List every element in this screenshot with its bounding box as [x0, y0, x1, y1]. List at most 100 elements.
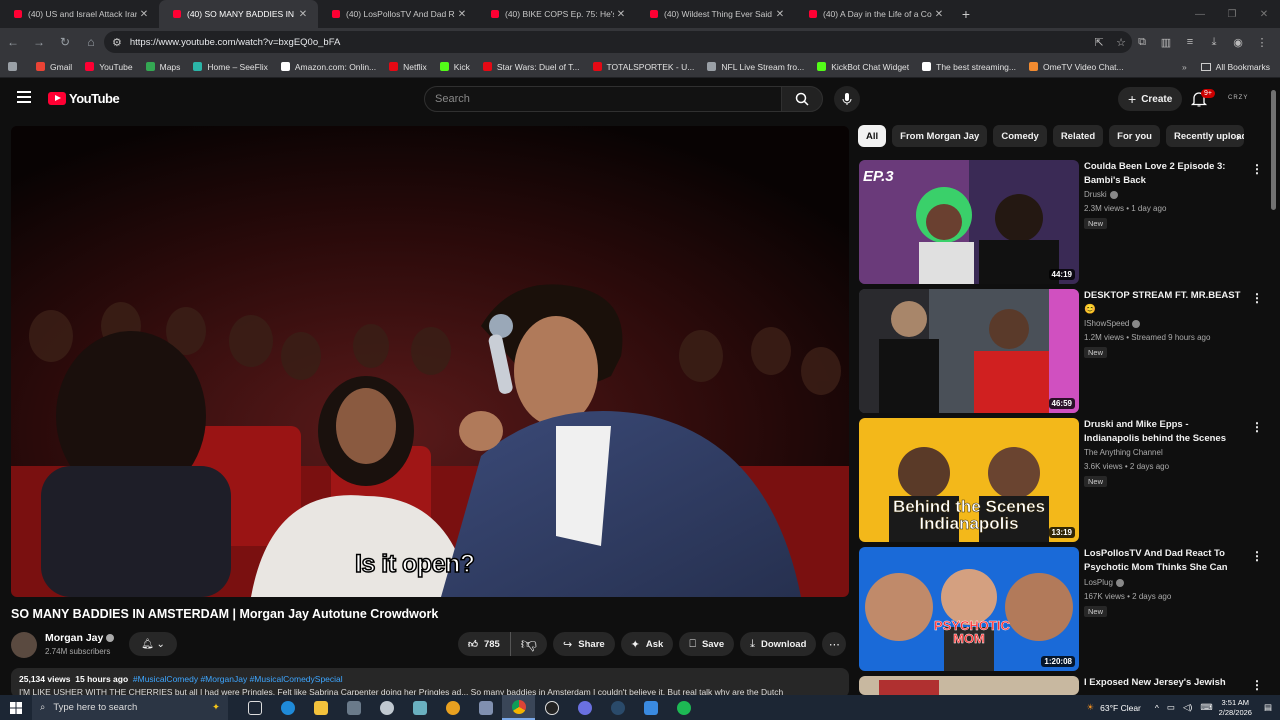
edge-icon[interactable]	[271, 695, 304, 720]
reload-icon[interactable]: ↻	[52, 35, 78, 49]
sidepanel-icon[interactable]: ▥	[1154, 36, 1178, 49]
youtube-logo[interactable]: YouTube	[48, 91, 120, 106]
recommendation-item[interactable]: EP.3 44:19 Coulda Been Love 2 Episode 3:…	[859, 160, 1269, 284]
notepad-icon[interactable]	[403, 695, 436, 720]
browser-tab-active[interactable]: (40) SO MANY BADDIES IN AM✕	[159, 0, 318, 28]
share-button[interactable]: ↪ Share	[553, 632, 615, 656]
channel-name[interactable]: Morgan Jay	[45, 632, 115, 644]
forward-icon[interactable]: →	[26, 35, 52, 49]
filter-chip[interactable]: Related	[1052, 125, 1104, 147]
bookmark-item[interactable]: Amazon.com: Onlin...	[280, 62, 376, 72]
minimize-icon[interactable]: —	[1184, 9, 1216, 20]
bookmark-item[interactable]: Gmail	[36, 62, 72, 72]
obs-icon[interactable]	[535, 695, 568, 720]
close-tab-icon[interactable]: ✕	[455, 9, 469, 20]
recommendation-channel[interactable]: Druski	[1084, 190, 1107, 199]
clock[interactable]: 3:51 AM 2/28/2026	[1219, 698, 1252, 718]
browser-tab[interactable]: (40) BIKE COPS Ep. 75: He's My✕	[477, 0, 636, 28]
channel-avatar[interactable]	[11, 632, 37, 658]
browser-tab[interactable]: (40) Wildest Thing Ever Said at ✕	[636, 0, 795, 28]
bookmark-item[interactable]: The best streaming...	[922, 62, 1016, 72]
bookmark-item[interactable]: TOTALSPORTEK - U...	[592, 62, 694, 72]
volume-icon[interactable]: ◁)	[1183, 702, 1192, 713]
bookmark-star-icon[interactable]: ☆	[1110, 36, 1132, 49]
task-view-icon[interactable]	[238, 695, 271, 720]
more-options-icon[interactable]: ⋮	[1251, 162, 1263, 176]
more-options-icon[interactable]: ⋮	[1251, 549, 1263, 563]
recommendation-channel[interactable]: The Anything Channel	[1084, 448, 1163, 457]
create-button[interactable]: + Create	[1118, 87, 1183, 111]
recommendation-item[interactable]: 46:59 DESKTOP STREAM FT. MR.BEAST 😊 ISho…	[859, 289, 1269, 413]
home-icon[interactable]: ⌂	[78, 35, 104, 49]
spotify-icon[interactable]	[667, 695, 700, 720]
like-button[interactable]: 👍︎ 785	[458, 632, 511, 656]
maximize-icon[interactable]: ❐	[1216, 9, 1248, 20]
close-tab-icon[interactable]: ✕	[773, 9, 787, 20]
start-button[interactable]	[0, 695, 32, 720]
notification-center-icon[interactable]: ▤	[1264, 702, 1272, 713]
recommendation-title[interactable]: Coulda Been Love 2 Episode 3: Bambi's Ba…	[1084, 160, 1244, 187]
close-tab-icon[interactable]: ✕	[932, 9, 946, 20]
video-thumbnail[interactable]	[859, 676, 1079, 695]
photos-icon[interactable]	[634, 695, 667, 720]
page-scrollbar[interactable]	[1271, 90, 1276, 210]
recommendation-title[interactable]: DESKTOP STREAM FT. MR.BEAST 😊	[1084, 289, 1244, 316]
channel-name-text[interactable]: Morgan Jay	[45, 632, 103, 644]
recommendation-title[interactable]: Druski and Mike Epps - Indianapolis behi…	[1084, 418, 1244, 445]
filter-chip[interactable]: Comedy	[993, 125, 1047, 147]
video-thumbnail[interactable]: PSYCHOTIC MOM 1:20:08	[859, 547, 1079, 671]
save-button[interactable]: ⎕ Save	[679, 632, 735, 656]
downloads-icon[interactable]: ⤓	[1202, 36, 1226, 49]
hashtags[interactable]: #MusicalComedy #MorganJay #MusicalComedy…	[133, 674, 343, 684]
search-input[interactable]: Search	[424, 86, 782, 112]
voice-search-button[interactable]	[834, 86, 860, 112]
window-close-icon[interactable]: ✕	[1248, 9, 1280, 20]
browser-menu-icon[interactable]: ⋮	[1250, 36, 1274, 49]
network-icon[interactable]: ▭	[1167, 702, 1175, 713]
dislike-button[interactable]: 👎︎	[511, 632, 547, 656]
weather-text[interactable]: 63°F Clear	[1100, 703, 1141, 713]
calculator-icon[interactable]	[337, 695, 370, 720]
more-actions-button[interactable]: ⋯	[822, 632, 847, 656]
browser-tab[interactable]: (40) LosPollosTV And Dad Reac✕	[318, 0, 477, 28]
filter-chip[interactable]: For you	[1109, 125, 1160, 147]
browser-tab[interactable]: (40) US and Israel Attack Iran - ✕	[0, 0, 159, 28]
bookmark-item[interactable]: Netflix	[389, 62, 427, 72]
recommendation-channel[interactable]: IShowSpeed	[1084, 319, 1129, 328]
app-icon[interactable]	[469, 695, 502, 720]
bookmark-item[interactable]: OmeTV Video Chat...	[1028, 62, 1124, 72]
menu-icon[interactable]	[17, 91, 31, 103]
close-tab-icon[interactable]: ✕	[614, 9, 628, 20]
taskbar-search[interactable]: ⌕ Type here to search ✦	[32, 695, 228, 720]
apps-grid-icon[interactable]	[8, 62, 22, 71]
bookmark-item[interactable]: Home – SeeFlix	[193, 62, 268, 72]
chevron-right-icon[interactable]: ›	[1236, 130, 1240, 144]
tray-chevron-icon[interactable]: ^	[1155, 703, 1159, 713]
filter-chip[interactable]: From Morgan Jay	[892, 125, 988, 147]
address-bar[interactable]: ⚙ https://www.youtube.com/watch?v=bxgEQ0…	[104, 31, 1132, 53]
recommendation-item[interactable]: PSYCHOTIC MOM 1:20:08 LosPollosTV And Da…	[859, 547, 1269, 671]
url-text[interactable]: https://www.youtube.com/watch?v=bxgEQ0o_…	[130, 37, 340, 48]
file-explorer-icon[interactable]	[304, 695, 337, 720]
close-tab-icon[interactable]: ✕	[296, 9, 310, 20]
install-app-icon[interactable]: ⇱	[1088, 36, 1110, 49]
filter-chip[interactable]: Recently uploaded	[1165, 125, 1244, 147]
recommendation-title[interactable]: LosPollosTV And Dad React To Psychotic M…	[1084, 547, 1244, 575]
subscription-bell-button[interactable]: 🔔︎ ⌄	[129, 632, 177, 656]
recommendation-item[interactable]: I Exposed New Jersey's Jewish ⋮	[859, 676, 1269, 695]
chrome-icon[interactable]	[502, 695, 535, 720]
discord-icon[interactable]	[568, 695, 601, 720]
chrome-canary-icon[interactable]	[436, 695, 469, 720]
close-tab-icon[interactable]: ✕	[137, 9, 151, 20]
bookmark-item[interactable]: YouTube	[85, 62, 133, 72]
site-settings-icon[interactable]: ⚙	[112, 36, 122, 49]
chevron-right-icon[interactable]: »	[1182, 62, 1187, 72]
search-button[interactable]	[781, 86, 823, 112]
filter-chip[interactable]: All	[858, 125, 887, 147]
bookmark-item[interactable]: NFL Live Stream fro...	[707, 62, 804, 72]
recommendation-channel[interactable]: LosPlug	[1084, 578, 1113, 587]
ask-button[interactable]: ✦ Ask	[620, 632, 674, 656]
extensions-icon[interactable]: ⧉	[1130, 36, 1154, 49]
more-options-icon[interactable]: ⋮	[1251, 291, 1263, 305]
more-options-icon[interactable]: ⋮	[1251, 678, 1263, 692]
